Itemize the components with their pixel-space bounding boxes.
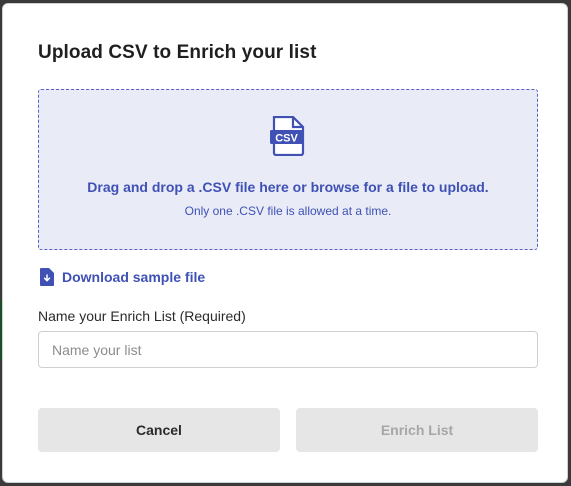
dropzone-instructions: Drag and drop a .CSV file here or browse…: [87, 179, 489, 195]
dialog-title: Upload CSV to Enrich your list: [38, 42, 317, 63]
cancel-button[interactable]: Cancel: [38, 408, 280, 452]
svg-text:CSV: CSV: [275, 133, 298, 145]
csv-dropzone[interactable]: CSV Drag and drop a .CSV file here or br…: [38, 89, 538, 250]
download-file-icon: [40, 268, 54, 286]
download-sample-label: Download sample file: [62, 269, 206, 285]
enrich-list-button[interactable]: Enrich List: [296, 408, 538, 452]
list-name-input[interactable]: [38, 331, 538, 368]
dropzone-hint: Only one .CSV file is allowed at a time.: [184, 204, 392, 218]
upload-csv-dialog: Upload CSV to Enrich your list CSV Drag …: [2, 3, 568, 483]
download-sample-link[interactable]: Download sample file: [40, 267, 205, 287]
csv-file-icon: CSV: [270, 115, 306, 157]
list-name-label: Name your Enrich List (Required): [38, 308, 246, 324]
